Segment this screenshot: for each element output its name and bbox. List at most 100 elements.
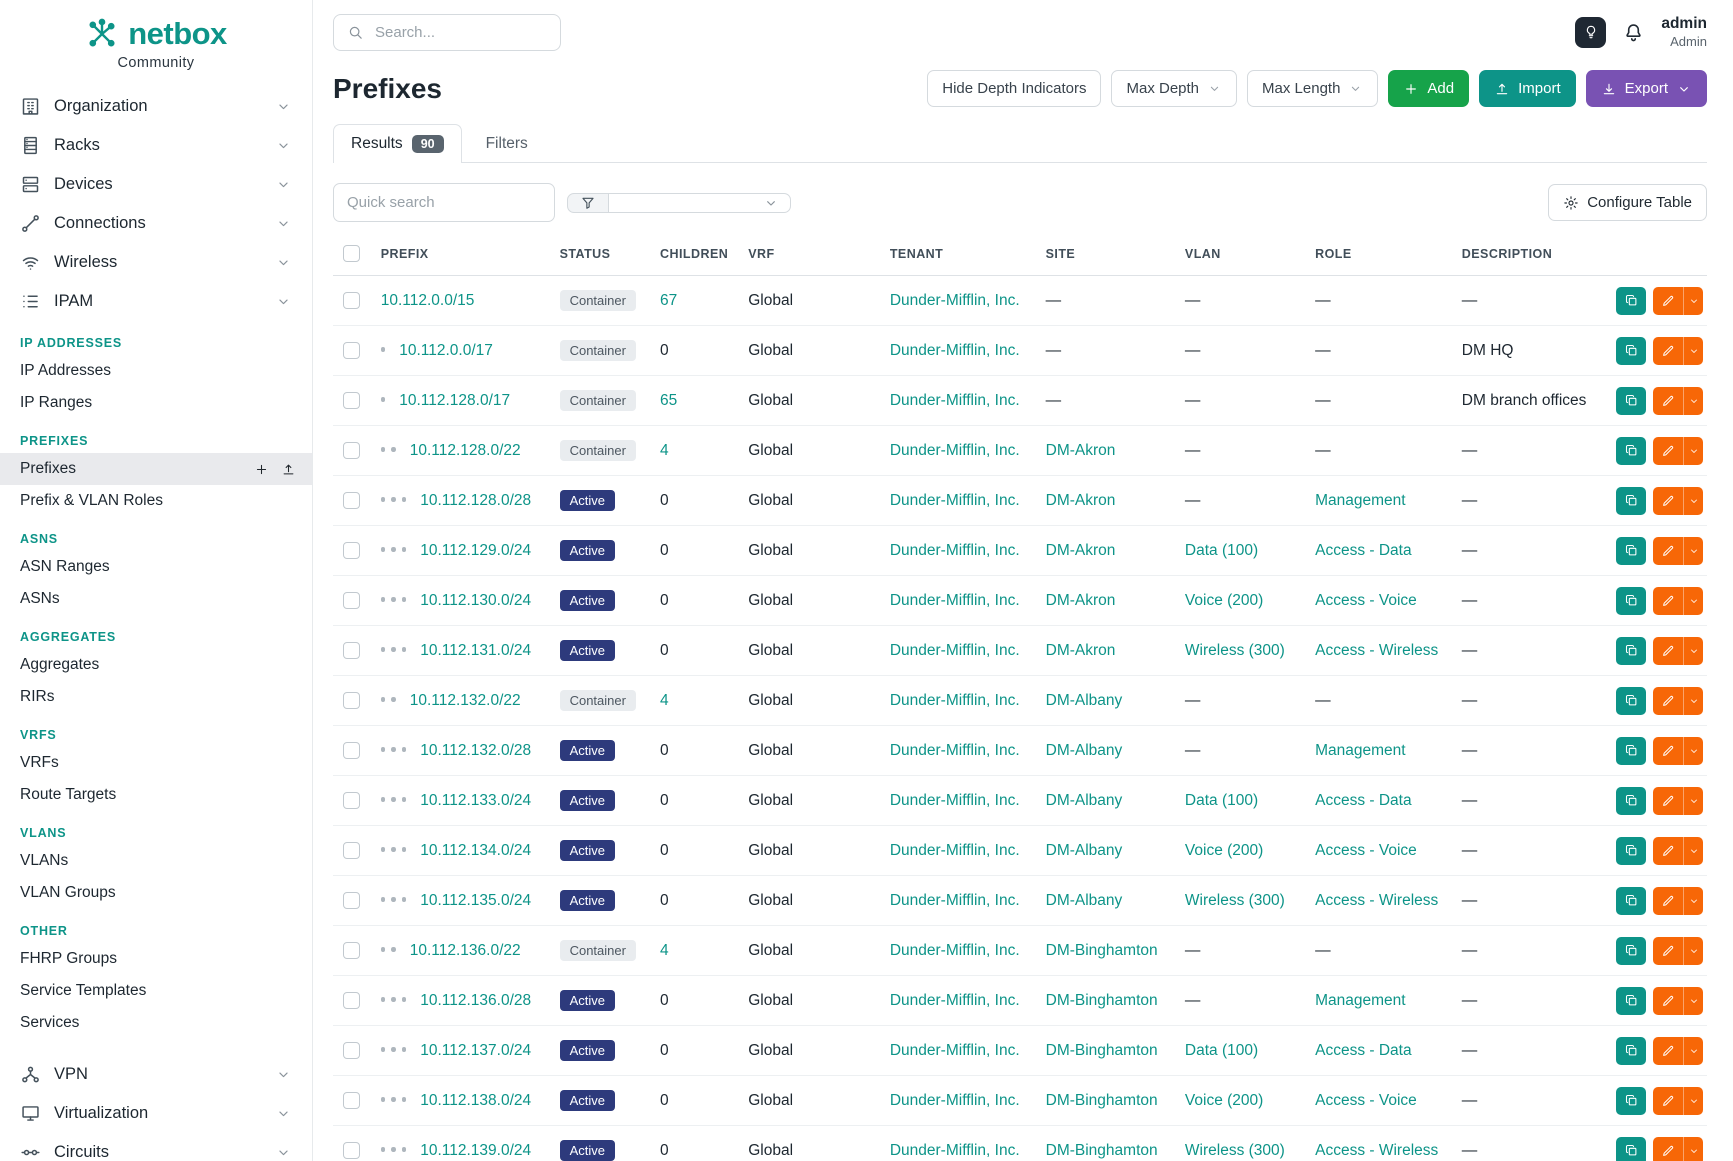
edit-button[interactable] <box>1653 537 1683 565</box>
clone-button[interactable] <box>1616 837 1646 865</box>
row-checkbox[interactable] <box>343 692 360 709</box>
site-link[interactable]: DM-Akron <box>1046 542 1116 559</box>
clone-button[interactable] <box>1616 1037 1646 1065</box>
edit-dropdown-button[interactable] <box>1683 737 1703 765</box>
site-link[interactable]: DM-Akron <box>1046 492 1116 509</box>
sidebar-item-service-templates[interactable]: Service Templates <box>0 975 312 1007</box>
edit-button[interactable] <box>1653 787 1683 815</box>
children-link[interactable]: 65 <box>660 392 677 409</box>
edit-button[interactable] <box>1653 637 1683 665</box>
role-link[interactable]: Access - Data <box>1315 1042 1411 1059</box>
row-checkbox[interactable] <box>343 392 360 409</box>
tenant-link[interactable]: Dunder-Mifflin, Inc. <box>890 992 1020 1009</box>
tenant-link[interactable]: Dunder-Mifflin, Inc. <box>890 292 1020 309</box>
prefix-link[interactable]: 10.112.139.0/24 <box>420 1142 531 1159</box>
row-checkbox[interactable] <box>343 942 360 959</box>
site-link[interactable]: DM-Albany <box>1046 892 1123 909</box>
vlan-link[interactable]: Data (100) <box>1185 542 1258 559</box>
tenant-link[interactable]: Dunder-Mifflin, Inc. <box>890 842 1020 859</box>
tenant-link[interactable]: Dunder-Mifflin, Inc. <box>890 942 1020 959</box>
row-checkbox[interactable] <box>343 342 360 359</box>
tenant-link[interactable]: Dunder-Mifflin, Inc. <box>890 442 1020 459</box>
sidebar-item-fhrp-groups[interactable]: FHRP Groups <box>0 943 312 975</box>
global-search[interactable] <box>333 14 561 51</box>
column-header-children[interactable]: CHILDREN <box>650 232 738 276</box>
prefix-link[interactable]: 10.112.134.0/24 <box>420 842 531 859</box>
site-link[interactable]: DM-Binghamton <box>1046 1042 1158 1059</box>
row-checkbox[interactable] <box>343 592 360 609</box>
edit-dropdown-button[interactable] <box>1683 487 1703 515</box>
clone-button[interactable] <box>1616 437 1646 465</box>
prefix-link[interactable]: 10.112.132.0/28 <box>420 742 531 759</box>
edit-dropdown-button[interactable] <box>1683 437 1703 465</box>
tenant-link[interactable]: Dunder-Mifflin, Inc. <box>890 1142 1020 1159</box>
tenant-link[interactable]: Dunder-Mifflin, Inc. <box>890 1092 1020 1109</box>
edit-dropdown-button[interactable] <box>1683 687 1703 715</box>
column-header-vrf[interactable]: VRF <box>738 232 880 276</box>
theme-toggle-button[interactable] <box>1575 17 1606 48</box>
column-header-vlan[interactable]: VLAN <box>1175 232 1305 276</box>
edit-button[interactable] <box>1653 487 1683 515</box>
sidebar-item-ip-addresses[interactable]: IP Addresses <box>0 355 312 387</box>
user-menu[interactable]: admin Admin <box>1661 14 1707 50</box>
row-checkbox[interactable] <box>343 742 360 759</box>
row-checkbox[interactable] <box>343 542 360 559</box>
clone-button[interactable] <box>1616 387 1646 415</box>
vlan-link[interactable]: Voice (200) <box>1185 842 1263 859</box>
site-link[interactable]: DM-Albany <box>1046 692 1123 709</box>
edit-button[interactable] <box>1653 1087 1683 1115</box>
edit-dropdown-button[interactable] <box>1683 937 1703 965</box>
notifications-button[interactable] <box>1622 21 1645 44</box>
sidebar-group-racks[interactable]: Racks <box>0 126 312 165</box>
edit-button[interactable] <box>1653 837 1683 865</box>
tab-results[interactable]: Results 90 <box>333 124 462 163</box>
column-header-description[interactable]: DESCRIPTION <box>1452 232 1597 276</box>
sidebar-group-vpn[interactable]: VPN <box>0 1055 312 1094</box>
edit-dropdown-button[interactable] <box>1683 387 1703 415</box>
configure-table-button[interactable]: Configure Table <box>1548 184 1707 221</box>
tenant-link[interactable]: Dunder-Mifflin, Inc. <box>890 492 1020 509</box>
sidebar-item-prefixes[interactable]: Prefixes <box>0 453 312 485</box>
edit-button[interactable] <box>1653 287 1683 315</box>
vlan-link[interactable]: Voice (200) <box>1185 592 1263 609</box>
clone-button[interactable] <box>1616 987 1646 1015</box>
edit-dropdown-button[interactable] <box>1683 637 1703 665</box>
prefix-link[interactable]: 10.112.129.0/24 <box>420 542 531 559</box>
clone-button[interactable] <box>1616 537 1646 565</box>
prefix-link[interactable]: 10.112.128.0/17 <box>399 392 510 409</box>
prefix-link[interactable]: 10.112.130.0/24 <box>420 592 531 609</box>
edit-dropdown-button[interactable] <box>1683 887 1703 915</box>
column-header-site[interactable]: SITE <box>1036 232 1175 276</box>
site-link[interactable]: DM-Binghamton <box>1046 1092 1158 1109</box>
row-checkbox[interactable] <box>343 1092 360 1109</box>
sidebar-item-aggregates[interactable]: Aggregates <box>0 649 312 681</box>
search-input[interactable] <box>373 23 547 42</box>
sidebar-group-virtualization[interactable]: Virtualization <box>0 1094 312 1133</box>
role-link[interactable]: Access - Data <box>1315 792 1411 809</box>
role-link[interactable]: Access - Wireless <box>1315 1142 1438 1159</box>
sidebar-item-rirs[interactable]: RIRs <box>0 681 312 713</box>
sidebar-item-prefix-vlan-roles[interactable]: Prefix & VLAN Roles <box>0 485 312 517</box>
tenant-link[interactable]: Dunder-Mifflin, Inc. <box>890 592 1020 609</box>
select-all-checkbox[interactable] <box>343 245 360 262</box>
row-checkbox[interactable] <box>343 992 360 1009</box>
max-length-dropdown[interactable]: Max Length <box>1247 70 1378 107</box>
saved-filter-select[interactable] <box>609 193 791 213</box>
tenant-link[interactable]: Dunder-Mifflin, Inc. <box>890 742 1020 759</box>
site-link[interactable]: DM-Binghamton <box>1046 942 1158 959</box>
edit-dropdown-button[interactable] <box>1683 1087 1703 1115</box>
max-depth-dropdown[interactable]: Max Depth <box>1111 70 1237 107</box>
edit-button[interactable] <box>1653 987 1683 1015</box>
site-link[interactable]: DM-Akron <box>1046 592 1116 609</box>
role-link[interactable]: Access - Voice <box>1315 592 1417 609</box>
sidebar-item-asns[interactable]: ASNs <box>0 583 312 615</box>
clone-button[interactable] <box>1616 1137 1646 1161</box>
clone-button[interactable] <box>1616 937 1646 965</box>
vlan-link[interactable]: Wireless (300) <box>1185 892 1285 909</box>
edit-dropdown-button[interactable] <box>1683 287 1703 315</box>
vlan-link[interactable]: Data (100) <box>1185 792 1258 809</box>
sidebar-item-services[interactable]: Services <box>0 1007 312 1039</box>
children-link[interactable]: 4 <box>660 692 669 709</box>
add-button[interactable]: Add <box>1388 70 1469 107</box>
tenant-link[interactable]: Dunder-Mifflin, Inc. <box>890 1042 1020 1059</box>
